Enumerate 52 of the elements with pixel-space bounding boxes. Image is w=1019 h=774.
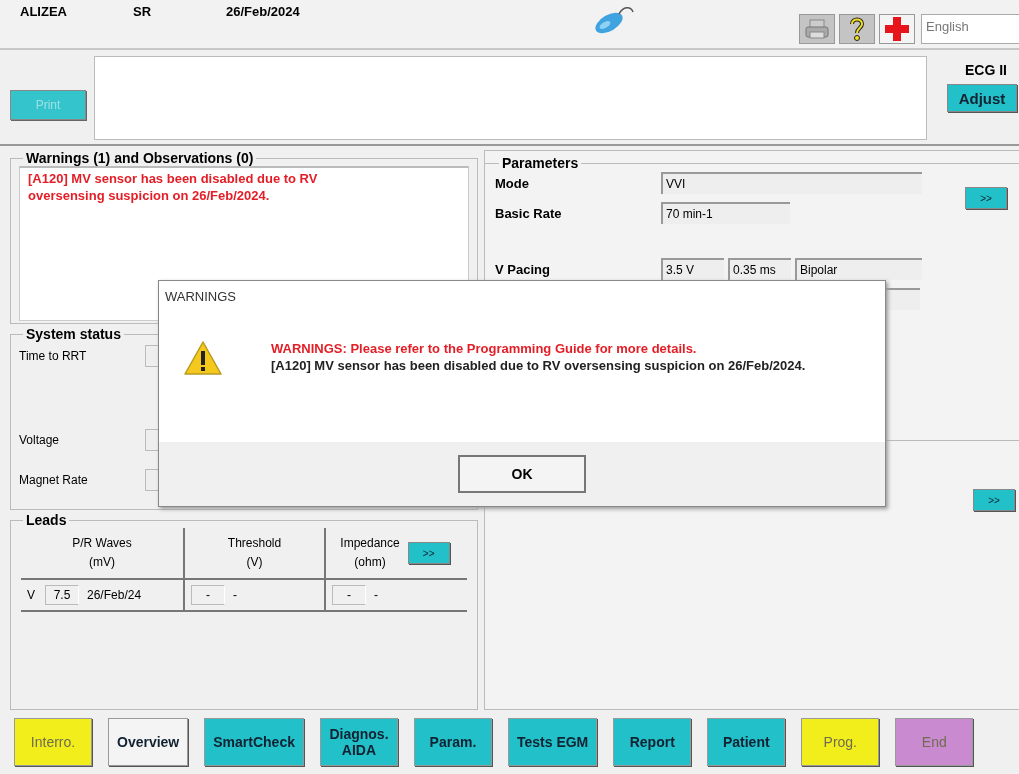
parameter-label: Basic Rate [495,205,563,221]
field-label: Time to RRT [19,349,88,363]
device-name: ALIZEA [20,4,68,19]
value-field: VVI [661,172,922,194]
nav-button[interactable]: Diagnos. AIDA [319,718,398,766]
warning-heading: WARNINGS: Please refer to the Programming Guide for more details. [271,340,698,357]
column-header: Threshold (V) [227,535,282,571]
ok-button[interactable]: OK [458,455,586,493]
column-header: Impedance (ohm) [340,535,400,571]
more-button[interactable]: >> [407,542,450,564]
value-field: 0.35 ms [728,258,791,280]
adjust-button[interactable]: Adjust [947,84,1017,112]
group-title: System status [25,326,122,342]
value-field: 3.5 V [661,258,724,280]
nav-button[interactable]: SmartCheck [204,718,304,766]
value-field: 7.5 [45,585,79,605]
nav-button[interactable]: Tests EGM [507,718,598,766]
warning-icon [183,340,223,376]
rhythm-label: SR [133,4,153,19]
warning-message: [A120] MV sensor has been disabled due to RV oversensing suspicion on 26/Feb/2024. [28,170,319,204]
nav-button[interactable]: Report [613,718,692,766]
nav-button[interactable]: Patient [707,718,786,766]
date-text: - [374,588,378,602]
date-label: 26/Feb/2024 [226,4,300,19]
emergency-button[interactable] [879,14,915,44]
group-title: Leads [25,512,68,528]
medical-cross-icon [884,16,910,42]
question-mark-icon [849,17,865,41]
nav-button[interactable]: Param. [413,718,492,766]
more-button[interactable]: >> [973,489,1015,511]
dialog-title: WARNINGS [165,289,237,304]
date-text: - [233,588,237,602]
nav-button[interactable]: Overview [108,718,189,766]
language-dropdown[interactable]: English [921,14,1019,44]
field-label: Magnet Rate [19,473,89,487]
warning-message: [A120] MV sensor has been disabled due to RV oversensing suspicion on 26/Feb/2024. [271,357,806,374]
value-field: Bipolar [795,258,922,280]
parameter-label: V Pacing [495,261,551,277]
group-title: Warnings (1) and Observations (0) [25,150,255,166]
field-label: Voltage [19,433,61,447]
date-text: 26/Feb/24 [87,588,142,602]
group-title: Parameters [501,155,580,171]
chamber-label: V [27,588,35,602]
value-field: - [191,585,225,605]
more-button[interactable]: >> [965,187,1007,209]
column-header: P/R Waves (mV) [72,535,132,571]
value-field: - [332,585,366,605]
value-field: 70 min-1 [661,202,790,224]
help-button[interactable] [839,14,875,44]
printer-icon [804,18,830,40]
parameter-label: Mode [495,175,530,191]
ecg-lead-label: ECG II [965,62,1007,78]
